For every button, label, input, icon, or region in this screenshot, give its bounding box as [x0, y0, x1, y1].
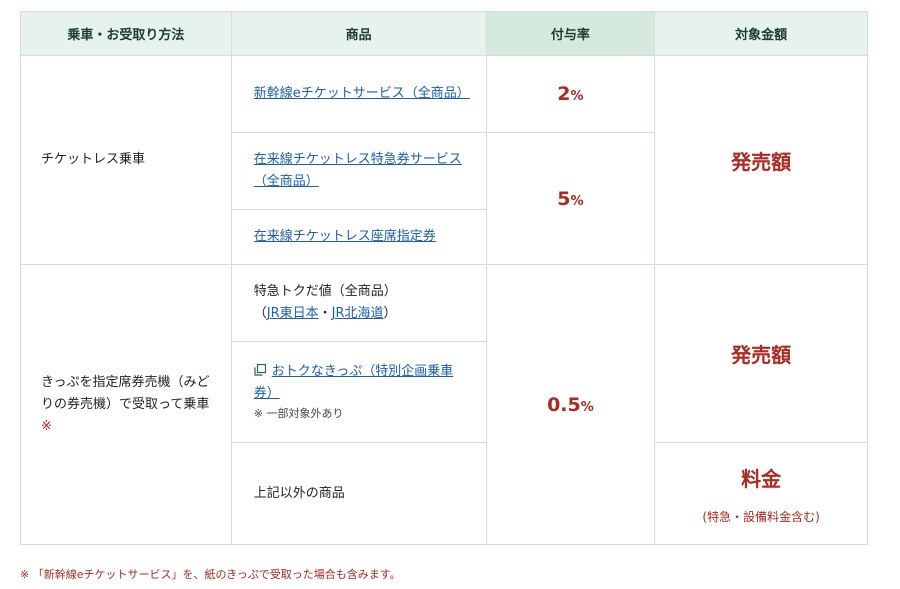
table-row: チケットレス乗車 新幹線eチケットサービス（全商品） 2% 発売額 — [20, 55, 868, 265]
product-cell: 在来線チケットレス特急券サービス（全商品） — [230, 132, 487, 210]
header-product: 商品 — [230, 11, 487, 56]
paren-open: （ — [253, 306, 267, 321]
paren-close: ） — [383, 306, 397, 321]
product-link-otoku-kippu[interactable]: おトクなきっぷ（特別企画乗車券） — [254, 364, 453, 401]
product-other: 上記以外の商品 — [230, 442, 487, 545]
table-row: きっぷを指定席券売機（みどりの券売機）で受取って乗車 ※ 特急トクだ値（全商品） … — [20, 264, 868, 545]
rate-value: 2 — [557, 83, 571, 105]
rate-table: 乗車・お受取り方法 商品 付与率 対象金額 チケットレス乗車 新幹線eチケットサ… — [20, 11, 868, 545]
exclusion-note: ※ 一部対象外あり — [253, 407, 344, 420]
rate-value: 0.5 — [547, 393, 581, 416]
rate-unit: % — [570, 193, 584, 209]
product-tokudane: 特急トクだ値（全商品） — [253, 284, 397, 299]
amount-fee-label: 料金 — [741, 466, 782, 491]
amount-kippu-fee: 料金 (特急・設備料金含む) — [654, 442, 868, 545]
amount-ticketless: 発売額 — [654, 55, 868, 265]
amount-kippu-sales: 発売額 — [654, 264, 868, 443]
header-method: 乗車・お受取り方法 — [20, 11, 232, 56]
rate-2: 2% — [485, 55, 656, 133]
header-row: 乗車・お受取り方法 商品 付与率 対象金額 — [20, 11, 868, 56]
rate-0-5: 0.5% — [485, 264, 656, 545]
product-link-zairai-tokkyu[interactable]: 在来線チケットレス特急券サービス（全商品） — [254, 152, 462, 189]
product-cell: おトクなきっぷ（特別企画乗車券） ※ 一部対象外あり — [230, 341, 487, 443]
product-cell: 特急トクだ値（全商品） （JR東日本・JR北海道） — [230, 264, 487, 342]
product-link-shinkansen-e[interactable]: 新幹線eチケットサービス（全商品） — [254, 86, 470, 101]
footnote: ※ 「新幹線eチケットサービス」を、紙のきっぷで受取った場合も含みます。 — [20, 568, 401, 581]
rate-unit: % — [580, 399, 594, 415]
copy-icon — [254, 364, 266, 376]
method-kippu: きっぷを指定席券売機（みどりの券売機）で受取って乗車 ※ — [20, 264, 232, 545]
separator: ・ — [318, 306, 332, 321]
method-ticketless: チケットレス乗車 — [20, 55, 232, 265]
link-jr-east[interactable]: JR東日本 — [267, 306, 319, 321]
header-amount: 対象金額 — [654, 11, 868, 56]
product-link-zairai-zaseki[interactable]: 在来線チケットレス座席指定券 — [254, 229, 436, 244]
product-cell: 在来線チケットレス座席指定券 — [230, 209, 487, 265]
rate-unit: % — [570, 89, 584, 104]
method-kippu-mark: ※ — [41, 418, 52, 434]
link-jr-hokkaido[interactable]: JR北海道 — [332, 306, 384, 321]
amount-fee-sub: (特急・設備料金含む) — [702, 509, 820, 524]
rate-5: 5% — [485, 132, 656, 265]
rate-value: 5 — [557, 187, 571, 210]
method-kippu-text: きっぷを指定席券売機（みどりの券売機）で受取って乗車 — [41, 374, 210, 412]
header-rate: 付与率 — [485, 11, 656, 56]
product-cell: 新幹線eチケットサービス（全商品） — [230, 55, 487, 133]
